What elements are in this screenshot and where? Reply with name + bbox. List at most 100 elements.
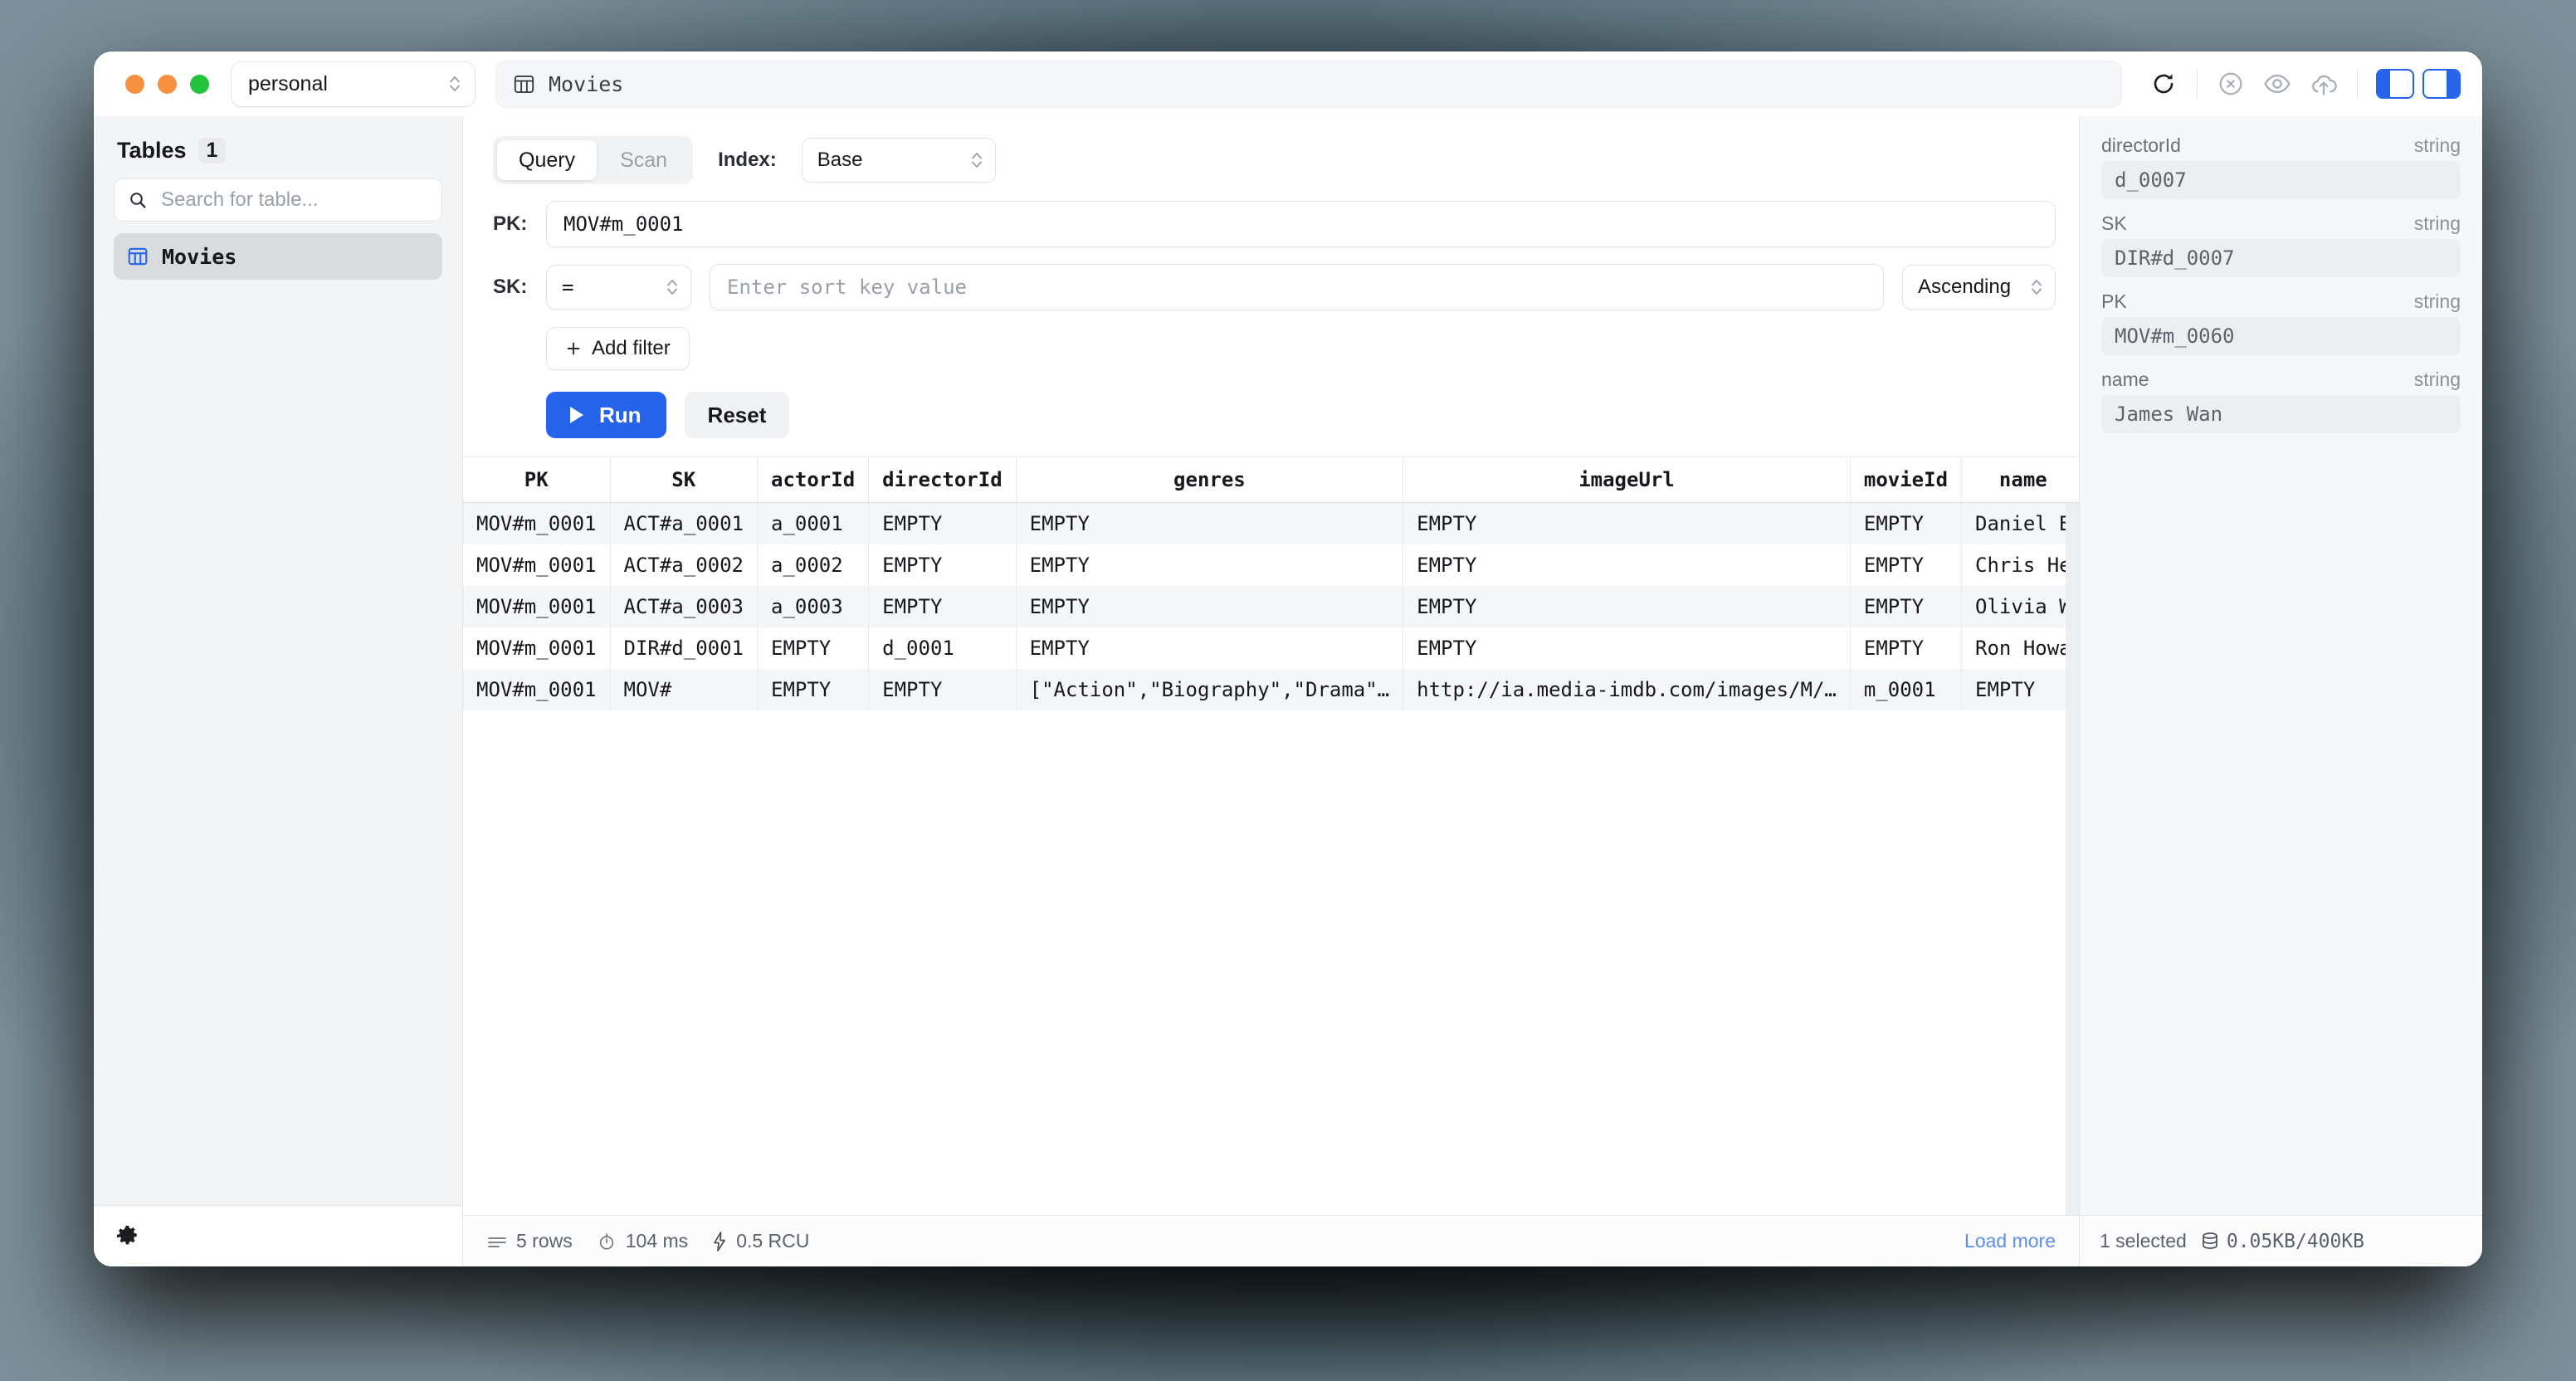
cell-directorid[interactable]: EMPTY bbox=[868, 669, 1017, 710]
cell-movieid[interactable]: EMPTY bbox=[1850, 586, 1963, 627]
current-table-pill[interactable]: Movies bbox=[495, 60, 2122, 108]
cell-genres[interactable]: EMPTY bbox=[1016, 502, 1404, 544]
add-filter-button[interactable]: Add filter bbox=[546, 327, 690, 370]
column-header-directorid[interactable]: directorId bbox=[868, 457, 1017, 503]
cell-movieid[interactable]: EMPTY bbox=[1850, 502, 1963, 544]
cell-actorid[interactable]: a_0003 bbox=[757, 586, 870, 627]
add-filter-label: Add filter bbox=[592, 337, 671, 359]
chevron-up-down-icon bbox=[2030, 276, 2043, 298]
load-more-link[interactable]: Load more bbox=[1964, 1230, 2056, 1252]
sidebar-item-movies[interactable]: Movies bbox=[114, 233, 442, 280]
stopwatch-icon bbox=[598, 1232, 616, 1251]
cell-name[interactable]: Ron Howa bbox=[1961, 627, 2079, 669]
cell-actorid[interactable]: EMPTY bbox=[757, 627, 870, 669]
cell-sk[interactable]: ACT#a_0003 bbox=[610, 586, 758, 627]
sk-operator-select[interactable]: = bbox=[546, 265, 691, 310]
column-header-actorid[interactable]: actorId bbox=[757, 457, 870, 503]
cell-imageurl[interactable]: http://ia.media-imdb.com/images/M/… bbox=[1403, 669, 1851, 710]
attribute-value[interactable]: MOV#m_0060 bbox=[2101, 317, 2461, 355]
right-panel-toggle-button[interactable] bbox=[2422, 69, 2461, 99]
sidebar-item-label: Movies bbox=[162, 244, 237, 269]
cell-genres[interactable]: EMPTY bbox=[1016, 627, 1404, 669]
refresh-button[interactable] bbox=[2140, 61, 2187, 107]
column-header-genres[interactable]: genres bbox=[1016, 457, 1404, 503]
table-search-box[interactable] bbox=[114, 178, 442, 222]
cell-sk[interactable]: ACT#a_0001 bbox=[610, 502, 758, 544]
table-row[interactable]: MOV#m_0001 DIR#d_0001 EMPTY d_0001 EMPTY… bbox=[463, 627, 2079, 669]
maximize-button[interactable] bbox=[190, 74, 209, 94]
plus-icon bbox=[565, 340, 582, 357]
index-select[interactable]: Base bbox=[801, 138, 996, 183]
results-vertical-scrollbar[interactable] bbox=[2066, 503, 2079, 1215]
reset-button[interactable]: Reset bbox=[684, 392, 790, 438]
sidebar-footer bbox=[94, 1205, 462, 1266]
results-table-wrapper: PK SK actorId directorId genres imageUrl… bbox=[463, 457, 2079, 1215]
minimize-button[interactable] bbox=[158, 74, 177, 94]
cell-sk[interactable]: DIR#d_0001 bbox=[610, 627, 758, 669]
run-button[interactable]: Run bbox=[546, 392, 666, 438]
size-text: 0.05KB/400KB bbox=[2226, 1230, 2365, 1252]
chevron-up-down-icon bbox=[970, 149, 983, 171]
cell-pk[interactable]: MOV#m_0001 bbox=[463, 502, 611, 544]
table-list: Movies bbox=[94, 233, 462, 280]
cell-actorid[interactable]: a_0002 bbox=[757, 544, 870, 586]
upload-button[interactable] bbox=[2300, 61, 2347, 107]
attribute-type: string bbox=[2413, 368, 2461, 390]
column-header-pk[interactable]: PK bbox=[463, 457, 611, 503]
cell-genres[interactable]: EMPTY bbox=[1016, 586, 1404, 627]
cell-movieid[interactable]: EMPTY bbox=[1850, 544, 1963, 586]
cell-imageurl[interactable]: EMPTY bbox=[1403, 544, 1851, 586]
cell-directorid[interactable]: EMPTY bbox=[868, 502, 1017, 544]
cell-name[interactable]: Daniel B bbox=[1961, 502, 2079, 544]
cell-pk[interactable]: MOV#m_0001 bbox=[463, 627, 611, 669]
results-body: MOV#m_0001 ACT#a_0001 a_0001 EMPTY EMPTY… bbox=[463, 502, 2079, 710]
cell-actorid[interactable]: a_0001 bbox=[757, 502, 870, 544]
results-header-row: PK SK actorId directorId genres imageUrl… bbox=[463, 457, 2079, 503]
column-header-movieid[interactable]: movieId bbox=[1850, 457, 1963, 503]
cell-genres[interactable]: ["Action","Biography","Drama"… bbox=[1016, 669, 1404, 710]
table-row[interactable]: MOV#m_0001 MOV# EMPTY EMPTY ["Action","B… bbox=[463, 669, 2079, 710]
table-row[interactable]: MOV#m_0001 ACT#a_0002 a_0002 EMPTY EMPTY… bbox=[463, 544, 2079, 586]
cancel-button[interactable] bbox=[2208, 61, 2254, 107]
attribute-value[interactable]: DIR#d_0007 bbox=[2101, 239, 2461, 277]
cell-genres[interactable]: EMPTY bbox=[1016, 544, 1404, 586]
close-button[interactable] bbox=[125, 74, 144, 94]
table-row[interactable]: MOV#m_0001 ACT#a_0003 a_0003 EMPTY EMPTY… bbox=[463, 586, 2079, 627]
cell-actorid[interactable]: EMPTY bbox=[757, 669, 870, 710]
search-input[interactable] bbox=[159, 188, 428, 212]
cell-movieid[interactable]: m_0001 bbox=[1850, 669, 1963, 710]
cell-movieid[interactable]: EMPTY bbox=[1850, 627, 1963, 669]
column-header-imageurl[interactable]: imageUrl bbox=[1403, 457, 1851, 503]
pk-input[interactable]: MOV#m_0001 bbox=[546, 201, 2056, 247]
left-panel-toggle-button[interactable] bbox=[2376, 69, 2414, 99]
preview-button[interactable] bbox=[2254, 61, 2300, 107]
tab-scan[interactable]: Scan bbox=[598, 140, 689, 180]
cell-sk[interactable]: ACT#a_0002 bbox=[610, 544, 758, 586]
sort-order-select[interactable]: Ascending bbox=[1902, 265, 2056, 310]
profile-selector[interactable]: personal bbox=[231, 61, 476, 107]
attribute-value[interactable]: James Wan bbox=[2101, 395, 2461, 433]
size-stat: 0.05KB/400KB bbox=[2202, 1231, 2364, 1252]
cell-name[interactable]: Olivia W bbox=[1961, 586, 2079, 627]
cell-imageurl[interactable]: EMPTY bbox=[1403, 627, 1851, 669]
query-row-pk: PK: MOV#m_0001 bbox=[493, 201, 2056, 247]
cell-directorid[interactable]: d_0001 bbox=[868, 627, 1017, 669]
cell-imageurl[interactable]: EMPTY bbox=[1403, 502, 1851, 544]
cell-pk[interactable]: MOV#m_0001 bbox=[463, 586, 611, 627]
attribute-value[interactable]: d_0007 bbox=[2101, 161, 2461, 199]
sk-value-input[interactable]: Enter sort key value bbox=[710, 264, 1884, 310]
cell-directorid[interactable]: EMPTY bbox=[868, 586, 1017, 627]
sk-label: SK: bbox=[493, 276, 528, 298]
cell-directorid[interactable]: EMPTY bbox=[868, 544, 1017, 586]
cell-name[interactable]: EMPTY bbox=[1961, 669, 2079, 710]
cell-name[interactable]: Chris He bbox=[1961, 544, 2079, 586]
column-header-name[interactable]: name bbox=[1961, 457, 2079, 503]
cell-sk[interactable]: MOV# bbox=[610, 669, 758, 710]
cell-pk[interactable]: MOV#m_0001 bbox=[463, 544, 611, 586]
cell-imageurl[interactable]: EMPTY bbox=[1403, 586, 1851, 627]
column-header-sk[interactable]: SK bbox=[610, 457, 758, 503]
table-row[interactable]: MOV#m_0001 ACT#a_0001 a_0001 EMPTY EMPTY… bbox=[463, 502, 2079, 544]
cell-pk[interactable]: MOV#m_0001 bbox=[463, 669, 611, 710]
tab-query[interactable]: Query bbox=[497, 140, 598, 180]
gear-icon[interactable] bbox=[115, 1224, 139, 1248]
